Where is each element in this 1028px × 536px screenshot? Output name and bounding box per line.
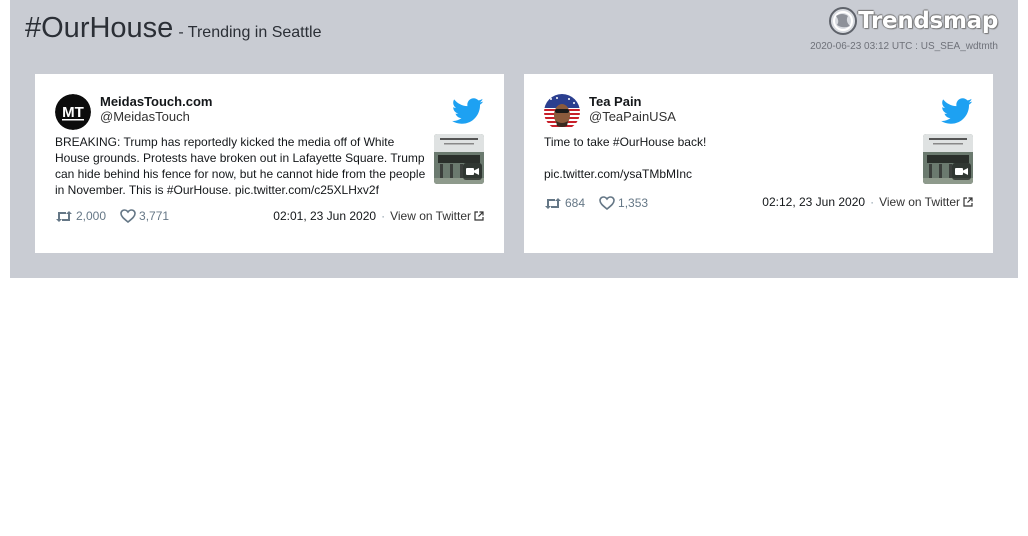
retweet-count[interactable]: 2,000 bbox=[55, 209, 106, 223]
retweet-count[interactable]: 684 bbox=[544, 196, 585, 210]
page-title: #OurHouse bbox=[25, 12, 174, 44]
video-camera-icon bbox=[466, 168, 479, 175]
author-name[interactable]: MeidasTouch.com bbox=[100, 94, 212, 109]
tweet-stats: 684 1,353 bbox=[544, 196, 662, 210]
view-on-twitter-link[interactable]: View on Twitter bbox=[879, 195, 973, 209]
brand-name: Trendsmap bbox=[858, 8, 998, 34]
view-on-twitter-label: View on Twitter bbox=[879, 195, 960, 209]
author-name[interactable]: Tea Pain bbox=[589, 94, 642, 109]
page-subtitle: - Trending in Seattle bbox=[178, 24, 322, 41]
like-value: 1,353 bbox=[618, 196, 649, 210]
avatar-initials: MT bbox=[62, 104, 84, 121]
like-count[interactable]: 1,353 bbox=[599, 196, 648, 210]
tweet-footer: 02:01, 23 Jun 2020 · View on Twitter bbox=[273, 209, 484, 223]
page-header: #OurHouse - Trending in Seattle bbox=[25, 12, 322, 45]
separator-dot: · bbox=[870, 195, 875, 209]
retweet-value: 2,000 bbox=[76, 209, 107, 223]
external-link-icon bbox=[474, 211, 484, 221]
twitter-bird-icon[interactable] bbox=[941, 98, 973, 125]
tweet-text: Time to take #OurHouse back! pic.twitter… bbox=[544, 134, 904, 182]
view-on-twitter-label: View on Twitter bbox=[390, 209, 471, 223]
tweet-card: Tea Pain @TeaPainUSA Time to take #OurHo… bbox=[524, 74, 993, 253]
retweet-icon bbox=[56, 210, 72, 222]
media-thumbnail[interactable] bbox=[923, 134, 973, 184]
heart-icon bbox=[599, 196, 615, 210]
retweet-icon bbox=[545, 197, 561, 209]
tweet-text: BREAKING: Trump has reportedly kicked th… bbox=[55, 135, 426, 197]
tweet-stats: 2,000 3,771 bbox=[55, 209, 183, 223]
tweet-footer: 02:12, 23 Jun 2020 · View on Twitter bbox=[762, 195, 973, 209]
separator-dot: · bbox=[381, 209, 386, 223]
retweet-value: 684 bbox=[565, 196, 586, 210]
avatar[interactable]: MT bbox=[55, 94, 91, 130]
tweet-date[interactable]: 02:01, 23 Jun 2020 bbox=[273, 209, 376, 223]
brand-link[interactable]: Trendsmap bbox=[828, 6, 998, 36]
video-camera-icon bbox=[955, 168, 968, 175]
tweet-card: MT MeidasTouch.com @MeidasTouch BREAKING… bbox=[35, 74, 504, 253]
external-link-icon bbox=[963, 197, 973, 207]
trend-panel: #OurHouse - Trending in Seattle Trendsma… bbox=[10, 0, 1018, 278]
author-handle[interactable]: @MeidasTouch bbox=[100, 109, 190, 124]
tweet-text-line: Time to take #OurHouse back! bbox=[544, 135, 707, 149]
like-count[interactable]: 3,771 bbox=[120, 209, 169, 223]
media-thumbnail[interactable] bbox=[434, 134, 484, 184]
trendsmap-logo-icon bbox=[829, 7, 858, 35]
twitter-bird-icon[interactable] bbox=[452, 98, 484, 125]
author-handle[interactable]: @TeaPainUSA bbox=[589, 109, 676, 124]
tweet-date[interactable]: 02:12, 23 Jun 2020 bbox=[762, 195, 865, 209]
timestamp-location: 2020-06-23 03:12 UTC : US_SEA_wdtmth bbox=[810, 41, 998, 52]
view-on-twitter-link[interactable]: View on Twitter bbox=[390, 209, 484, 223]
heart-icon bbox=[120, 209, 136, 223]
avatar[interactable] bbox=[544, 94, 580, 130]
tweet-media-link[interactable]: pic.twitter.com/ysaTMbMInc bbox=[544, 166, 904, 182]
like-value: 3,771 bbox=[139, 209, 170, 223]
